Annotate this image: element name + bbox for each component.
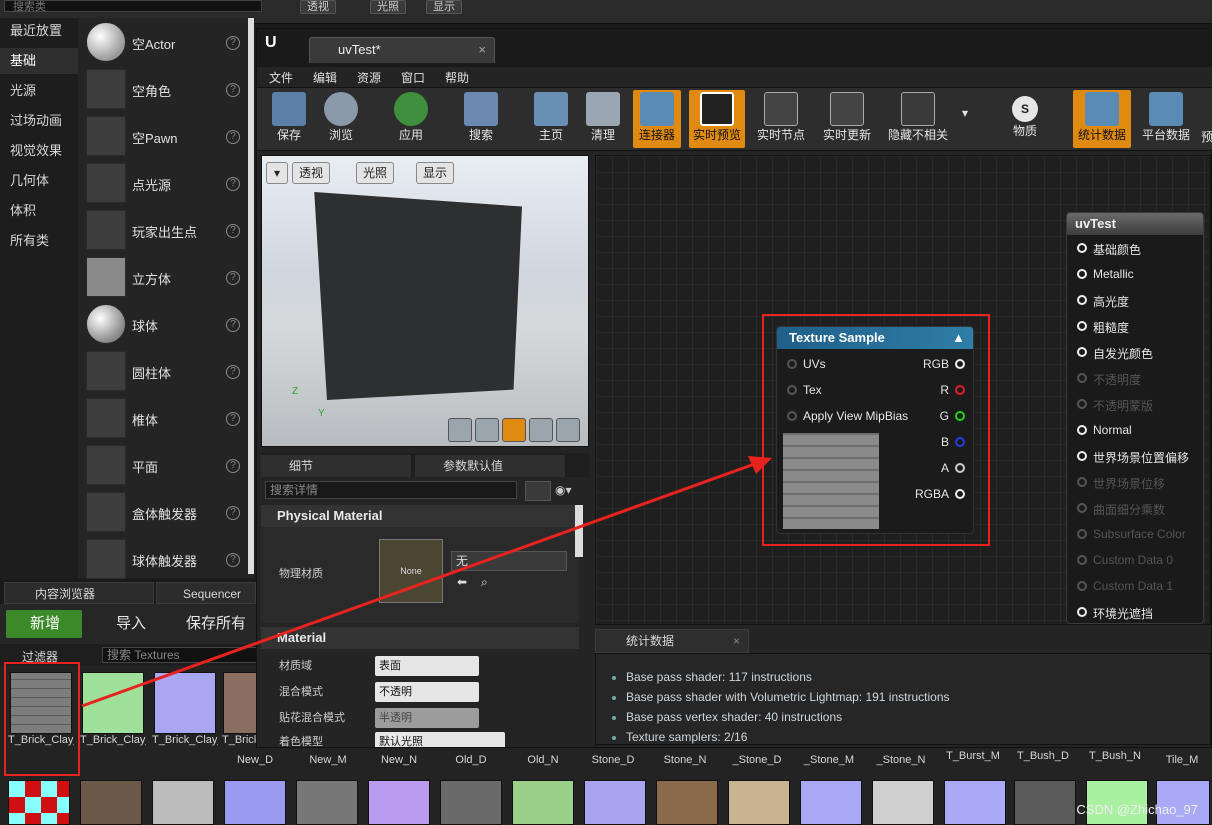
arrow-line — [81, 460, 761, 708]
annotation-arrow — [81, 456, 772, 708]
watermark: CSDN @Zhichao_97 — [1076, 802, 1198, 817]
